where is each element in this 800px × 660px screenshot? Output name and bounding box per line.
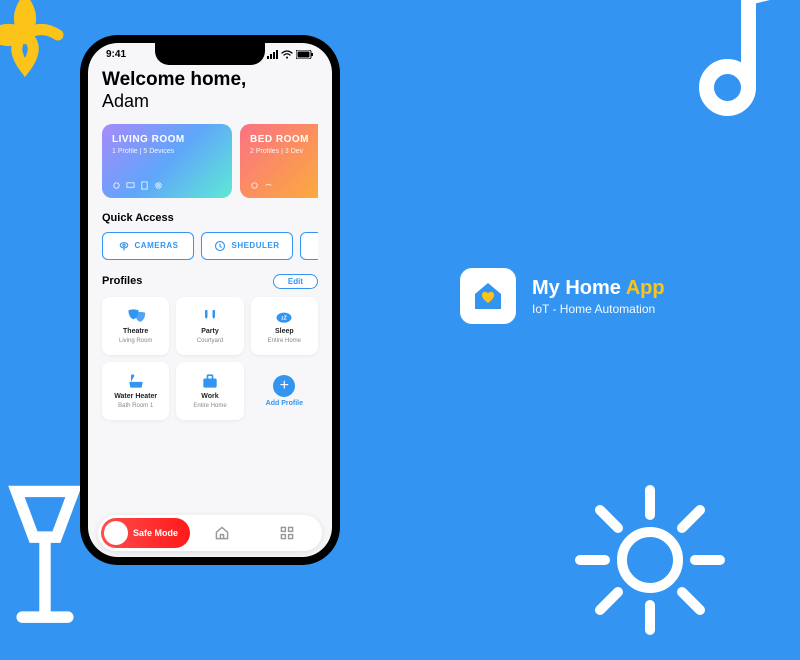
grid-icon[interactable]	[279, 525, 295, 541]
flower-deco-icon	[0, 0, 80, 90]
profiles-grid: Theatre Living Room Party Courtyard zZ S…	[102, 297, 318, 420]
bottom-nav: Safe Mode	[98, 515, 322, 551]
room-device-icons	[112, 181, 163, 190]
room-subtitle: 2 Profiles | 3 Dev	[250, 148, 318, 155]
profile-work[interactable]: Work Entire Home	[176, 362, 243, 420]
brand-title: My Home App	[532, 277, 665, 300]
profile-sleep[interactable]: zZ Sleep Entire Home	[251, 297, 318, 355]
status-time: 9:41	[106, 49, 126, 60]
cheers-icon	[200, 307, 220, 325]
brand-block: My Home App IoT - Home Automation	[460, 268, 665, 324]
clock-icon	[214, 240, 226, 252]
sleep-icon: zZ	[274, 307, 294, 325]
phone-frame: 9:41 Welcome home, Adam LIVING ROOM 1 Pr…	[80, 35, 340, 565]
quick-access-row: CAMERAS SHEDULER US	[102, 232, 318, 260]
safe-mode-toggle[interactable]: Safe Mode	[101, 518, 190, 548]
room-title: BED ROOM	[250, 134, 318, 145]
room-card-living-room[interactable]: LIVING ROOM 1 Profile | 5 Devices	[102, 124, 232, 198]
edit-button[interactable]: Edit	[273, 274, 318, 289]
plus-icon: +	[273, 375, 295, 397]
bathtub-icon	[126, 372, 146, 390]
signal-icon	[267, 50, 278, 59]
toggle-knob	[104, 521, 128, 545]
add-profile-button[interactable]: + Add Profile	[251, 362, 318, 420]
svg-text:zZ: zZ	[282, 316, 288, 322]
music-note-icon	[675, 0, 800, 125]
profile-party[interactable]: Party Courtyard	[176, 297, 243, 355]
quick-usage-button[interactable]: US	[300, 232, 318, 260]
quick-access-title: Quick Access	[102, 212, 318, 224]
battery-icon	[296, 50, 314, 59]
profile-theatre[interactable]: Theatre Living Room	[102, 297, 169, 355]
wifi-icon	[281, 50, 293, 59]
app-logo	[460, 268, 516, 324]
profiles-title: Profiles	[102, 275, 142, 287]
briefcase-icon	[200, 372, 220, 390]
room-subtitle: 1 Profile | 5 Devices	[112, 148, 222, 155]
room-title: LIVING ROOM	[112, 134, 222, 145]
camera-icon	[118, 240, 130, 252]
notch	[155, 43, 265, 65]
room-device-icons	[250, 181, 273, 190]
profile-water-heater[interactable]: Water Heater Bath Room 1	[102, 362, 169, 420]
brand-subtitle: IoT - Home Automation	[532, 302, 665, 316]
sun-icon	[550, 460, 750, 660]
quick-cameras-button[interactable]: CAMERAS	[102, 232, 194, 260]
greeting-name: Adam	[102, 91, 318, 112]
theatre-masks-icon	[126, 307, 146, 325]
home-icon[interactable]	[214, 525, 230, 541]
phone-screen: 9:41 Welcome home, Adam LIVING ROOM 1 Pr…	[88, 43, 332, 557]
room-card-bed-room[interactable]: BED ROOM 2 Profiles | 3 Dev	[240, 124, 318, 198]
greeting-line1: Welcome home,	[102, 70, 318, 91]
rooms-row[interactable]: LIVING ROOM 1 Profile | 5 Devices BED RO…	[102, 124, 318, 198]
quick-scheduler-button[interactable]: SHEDULER	[201, 232, 293, 260]
